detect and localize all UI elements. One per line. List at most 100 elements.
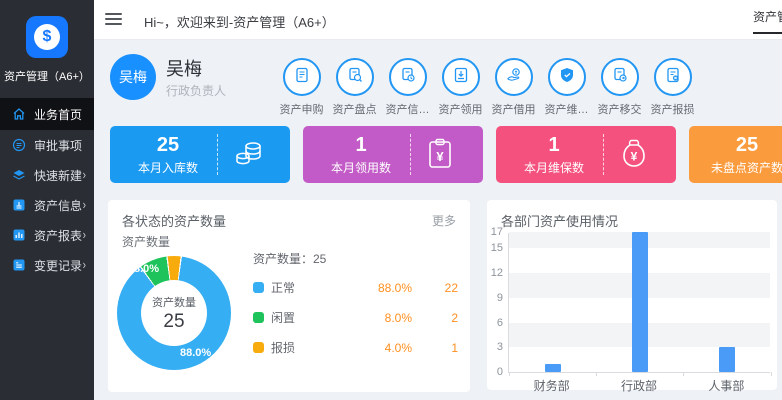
sidebar-item-label: 变更记录 [34,257,82,274]
chevron-right-icon: › [83,198,86,212]
legend-title: 资产数量：25 [253,250,458,267]
bar-column[interactable] [683,233,770,372]
legend-percent: 4.0% [356,341,412,355]
sidebar-item-business-home[interactable]: 业务首页 [0,98,94,130]
sidebar-item-quick-create[interactable]: 快速新建 › [0,160,94,190]
quick-action-label: 资产盘点 [333,101,377,117]
legend-swatch [253,342,264,353]
approval-icon [12,138,26,152]
donut-center: 资产数量 25 [141,280,207,346]
card-value: 25 [689,134,782,157]
chevron-right-icon: › [83,168,86,182]
app-logo: $ [26,16,68,58]
user-name: 吴梅 [166,55,202,81]
quick-action-damage[interactable]: 资产报损 [646,58,699,117]
bar-column[interactable] [596,233,683,372]
legend-percent: 8.0% [356,311,412,325]
bar-chart[interactable]: 0369121517 财务部行政部人事部 [487,200,777,390]
card-uncounted-assets[interactable]: 25 未盘点资产数 [689,126,782,183]
sidebar-item-asset-info[interactable]: 资产信息 › [0,190,94,220]
card-divider [217,134,218,175]
clipboard-yen-icon: ¥ [425,138,455,175]
quick-action-label: 资产信… [386,101,430,117]
sidebar-item-change-log[interactable]: 变更记录 › [0,250,94,280]
legend-label: 报损 [271,339,356,356]
transfer-icon [611,66,629,89]
card-monthly-inbound[interactable]: 25 本月入库数 [110,126,290,183]
quick-action-label: 资产移交 [598,101,642,117]
damage-icon [664,66,682,89]
bar-category-label: 财务部 [508,377,595,394]
quick-action-label: 资产申购 [280,101,324,117]
legend-item-damaged[interactable]: 报损 4.0% 1 [253,339,458,356]
maintain-icon [558,66,576,89]
svg-text:¥: ¥ [436,149,444,164]
card-value: 1 [303,134,419,157]
legend-value: 1 [412,341,458,355]
quick-action-inventory[interactable]: 资产盘点 [328,58,381,117]
more-link[interactable]: 更多 [432,212,456,229]
svg-text:¥: ¥ [631,150,638,164]
sidebar-menu: 业务首页 审批事项 快速新建 › 资产信息 › 资产报表 [0,98,94,280]
quick-action-label: 资产维… [545,101,589,117]
avatar[interactable]: 吴梅 [110,54,156,100]
card-label: 本月维保数 [496,159,612,176]
card-label: 本月入库数 [110,159,226,176]
card-divider [410,134,411,175]
main-content: 吴梅 吴梅 行政负责人 资产申购 资产盘点 资产信… 资产领用 [94,40,782,400]
stat-cards: 25 本月入库数 1 本月领用数 ¥ 1 本月维保数 ¥ 25 未盘点资产数 [110,126,782,183]
legend-item-idle[interactable]: 闲置 8.0% 2 [253,309,458,326]
asset-report-icon [12,228,26,242]
receive-icon [452,66,470,89]
panel-title: 各状态的资产数量 [122,211,226,230]
tab-label: 资产管理 [753,8,782,25]
donut-legend: 资产数量：25 正常 88.0% 22 闲置 8.0% 2 报损 4.0% 1 [253,250,458,369]
legend-item-normal[interactable]: 正常 88.0% 22 [253,279,458,296]
sidebar-item-label: 资产报表 [34,227,82,244]
coins-icon [232,138,266,175]
sidebar-item-label: 快速新建 [34,167,82,184]
department-usage-panel: 各部门资产使用情况 0369121517 财务部行政部人事部 [487,200,777,390]
donut-center-label: 资产数量 [152,294,196,310]
inventory-icon [346,66,364,89]
app-title: 资产管理（A6+） [0,68,94,84]
bar-column[interactable] [509,233,596,372]
quick-create-icon [12,168,26,182]
card-monthly-receive[interactable]: 1 本月领用数 ¥ [303,126,483,183]
quick-action-asset-change[interactable]: 资产信… [381,58,434,117]
asset-status-panel: 各状态的资产数量 更多 资产数量 8.0% 88.0% 资产数量 25 资产数量… [108,200,470,392]
money-bag-icon: ¥ [618,138,650,175]
donut-chart[interactable]: 8.0% 88.0% 资产数量 25 [117,256,231,370]
card-value: 25 [110,134,226,157]
dollar-coin-icon: $ [34,24,60,50]
top-bar: Hi~，欢迎来到-资产管理（A6+） 资产管理 [94,0,782,40]
legend-label: 正常 [271,279,356,296]
welcome-text: Hi~，欢迎来到-资产管理（A6+） [144,12,335,31]
bar-xlabels: 财务部行政部人事部 [508,377,770,394]
card-monthly-maintain[interactable]: 1 本月维保数 ¥ [496,126,676,183]
quick-action-transfer[interactable]: 资产移交 [593,58,646,117]
sidebar: $ 资产管理（A6+） 业务首页 审批事项 快速新建 › 资产信息 [0,0,94,400]
quick-action-label: 资产领用 [439,101,483,117]
sidebar-item-approvals[interactable]: 审批事项 [0,130,94,160]
change-log-icon [12,258,26,272]
slice-label-idle: 8.0% [134,263,159,275]
card-label: 本月领用数 [303,159,419,176]
purchase-icon [293,66,311,89]
tab-asset-management[interactable]: 资产管理 [753,0,782,34]
sidebar-item-label: 审批事项 [34,137,82,154]
home-icon [12,107,26,121]
quick-action-borrow[interactable]: 资产借用 [487,58,540,117]
hamburger-menu-icon[interactable] [105,13,122,28]
panel-subtitle: 资产数量 [122,233,170,250]
quick-action-purchase[interactable]: 资产申购 [275,58,328,117]
chevron-right-icon: › [83,228,86,242]
quick-action-receive[interactable]: 资产领用 [434,58,487,117]
legend-swatch [253,312,264,323]
sidebar-item-asset-report[interactable]: 资产报表 › [0,220,94,250]
quick-action-maintain[interactable]: 资产维… [540,58,593,117]
legend-value: 22 [412,281,458,295]
chevron-right-icon: › [83,258,86,272]
quick-action-label: 资产借用 [492,101,536,117]
legend-swatch [253,282,264,293]
